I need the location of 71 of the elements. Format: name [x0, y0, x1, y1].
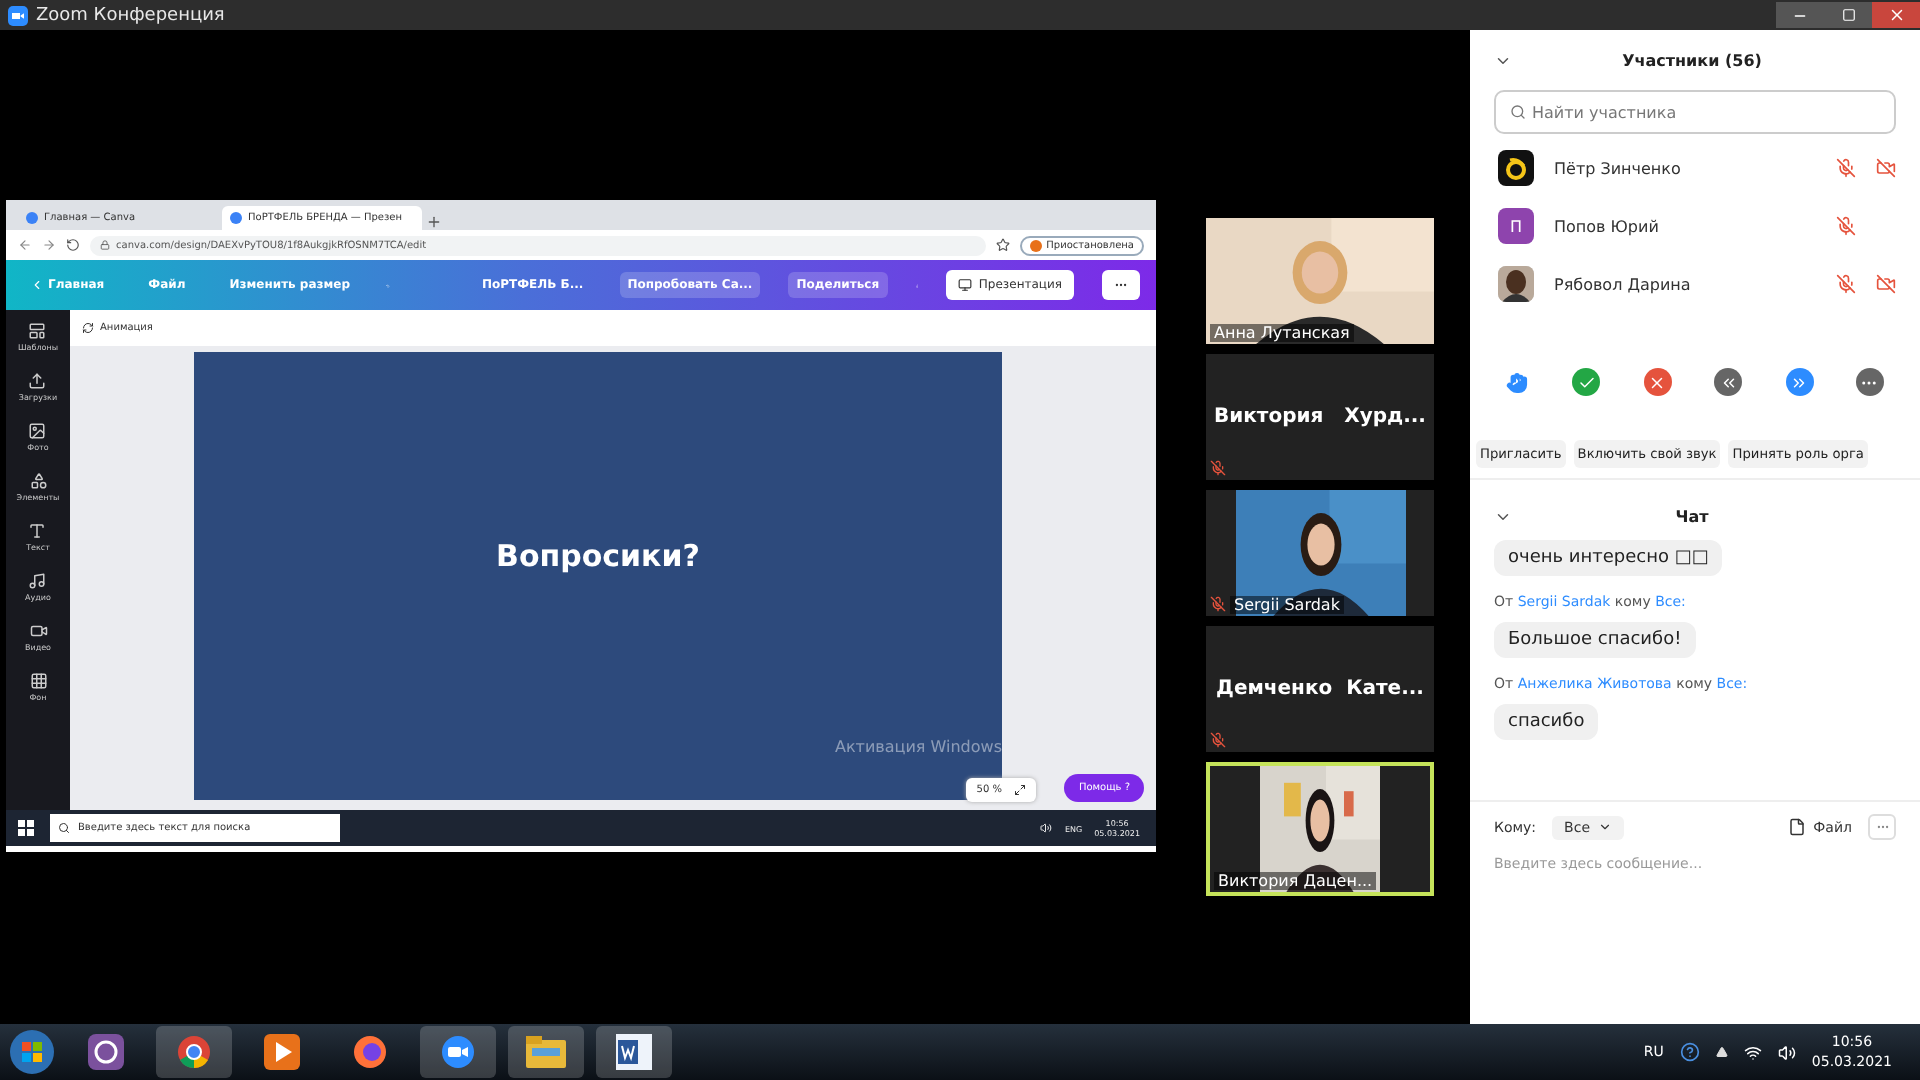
elements-icon — [29, 472, 47, 490]
slide-title: Вопросики? — [496, 538, 700, 574]
word-app-icon[interactable] — [596, 1026, 672, 1078]
start-button-icon[interactable] — [8, 1028, 56, 1076]
search-icon — [1510, 104, 1526, 120]
new-tab-icon[interactable] — [426, 214, 442, 230]
volume-icon[interactable] — [1040, 822, 1053, 834]
participant-row[interactable]: Рябовол Дарина — [1498, 262, 1896, 306]
animation-icon — [82, 322, 94, 334]
more-icon — [1114, 278, 1129, 292]
no-button[interactable] — [1643, 368, 1672, 396]
raise-hand-button[interactable] — [1502, 368, 1530, 396]
volume-icon[interactable] — [1777, 1043, 1796, 1061]
help-icon[interactable] — [1679, 1042, 1700, 1062]
back-icon[interactable] — [18, 238, 32, 252]
yes-button[interactable] — [1572, 368, 1601, 396]
audio-icon — [28, 572, 47, 590]
network-icon[interactable] — [1743, 1043, 1762, 1061]
panel-title: Участники (56) — [1620, 51, 1764, 69]
forward-icon[interactable] — [42, 238, 56, 252]
slower-button[interactable] — [1714, 368, 1743, 396]
chrome-app-icon[interactable] — [156, 1026, 232, 1078]
avatar-icon — [1498, 150, 1534, 186]
chevron-left-icon — [30, 278, 44, 292]
maximize-button[interactable] — [1824, 2, 1872, 28]
bookmark-icon[interactable] — [996, 238, 1011, 252]
check-icon — [1577, 373, 1596, 391]
tray-expand-icon[interactable] — [1715, 1046, 1728, 1058]
participant-search-field[interactable]: Найти участника — [1494, 90, 1896, 134]
panel-title: Чат — [1673, 507, 1711, 525]
folder-app-icon[interactable] — [508, 1026, 584, 1078]
participant-name: Демченко Кате... — [1216, 678, 1424, 700]
text-icon — [28, 522, 47, 540]
close-button[interactable] — [1872, 2, 1920, 28]
uploads-icon — [28, 372, 47, 390]
lock-icon — [100, 240, 110, 250]
close-icon — [1887, 6, 1905, 24]
participant-name: Виктория Хурд... — [1214, 406, 1426, 428]
monitor-icon — [958, 278, 973, 292]
reload-icon[interactable] — [66, 238, 80, 252]
more-button[interactable] — [1102, 270, 1141, 300]
video-icon — [29, 622, 47, 640]
double-chevron-right-icon — [1790, 373, 1809, 391]
window-title: Zoom Конференция — [36, 5, 225, 25]
chat-message: Большое спасибо! — [1494, 622, 1696, 658]
participant-name: Sergii Sardak — [1230, 596, 1344, 614]
cross-icon — [1648, 373, 1667, 391]
templates-icon — [28, 322, 47, 340]
chat-message: очень интересно □□ — [1494, 540, 1723, 576]
participant-row[interactable]: П Попов Юрий — [1498, 204, 1896, 248]
search-icon — [58, 822, 70, 834]
zoom-app-icon[interactable] — [420, 1026, 496, 1078]
participant-row[interactable]: Пётр Зинченко — [1498, 146, 1896, 190]
file-icon — [1787, 818, 1806, 836]
faster-button[interactable] — [1785, 368, 1814, 396]
windows-logo-icon[interactable] — [18, 820, 34, 836]
double-chevron-left-icon — [1719, 373, 1738, 391]
maximize-icon — [1841, 8, 1855, 22]
activation-notice: Активация Windows — [835, 738, 1002, 756]
caret-icon — [1598, 820, 1613, 834]
more-icon — [1875, 820, 1889, 834]
chat-message: спасибо — [1494, 704, 1599, 740]
participant-name: Виктория Дацен... — [1214, 872, 1377, 890]
hand-icon — [1505, 371, 1527, 393]
participant-name: Анна Лутанская — [1210, 324, 1354, 342]
zoom-logo-icon — [8, 5, 28, 25]
avatar — [1498, 266, 1534, 302]
avatar: П — [1498, 208, 1534, 244]
photos-icon — [28, 422, 47, 440]
more-button[interactable] — [1855, 368, 1884, 396]
background-icon — [29, 672, 47, 690]
